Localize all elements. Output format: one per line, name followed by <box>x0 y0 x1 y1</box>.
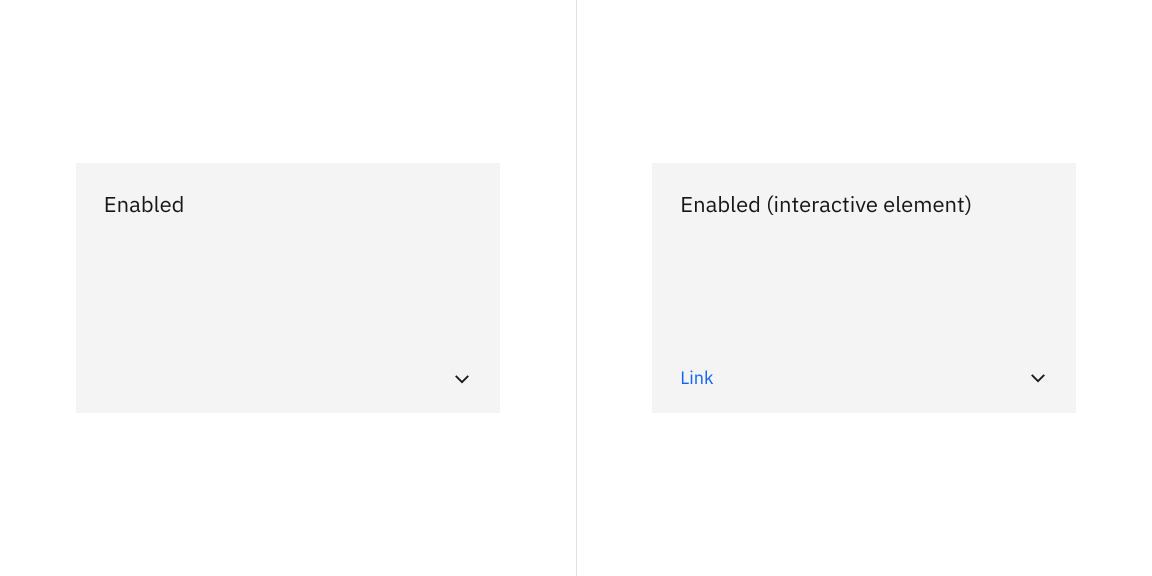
tile-link[interactable]: Link <box>680 366 713 389</box>
expand-toggle[interactable] <box>1028 368 1048 388</box>
tile-enabled-interactive[interactable]: Enabled (interactive element) Link <box>652 163 1076 413</box>
tile-enabled[interactable]: Enabled <box>76 163 500 413</box>
tile-footer <box>104 369 472 389</box>
tile-title: Enabled <box>104 191 472 220</box>
tile-title: Enabled (interactive element) <box>680 191 1048 220</box>
chevron-down-icon <box>452 369 472 389</box>
expand-toggle[interactable] <box>452 369 472 389</box>
tile-footer: Link <box>680 366 1048 389</box>
chevron-down-icon <box>1028 368 1048 388</box>
left-panel: Enabled <box>0 0 576 576</box>
right-panel: Enabled (interactive element) Link <box>577 0 1152 576</box>
